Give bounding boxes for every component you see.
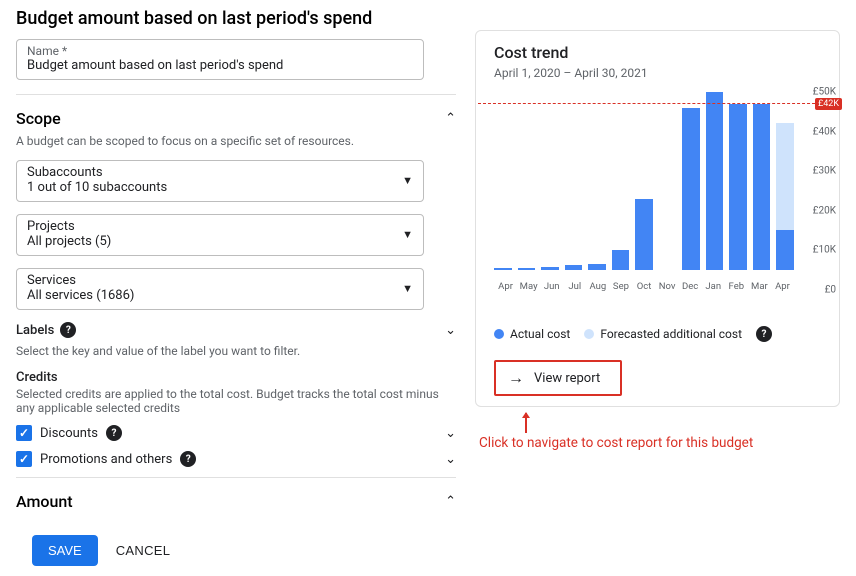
bar-jan bbox=[706, 92, 724, 270]
y-tick: £20K bbox=[813, 205, 836, 216]
credits-heading: Credits bbox=[16, 370, 455, 385]
help-icon[interactable]: ? bbox=[756, 326, 772, 342]
y-tick: £40K bbox=[813, 126, 836, 137]
bar-oct bbox=[635, 199, 653, 270]
help-icon[interactable]: ? bbox=[60, 322, 76, 338]
amount-header[interactable]: Amount ⌃ bbox=[16, 492, 456, 511]
legend-actual: Actual cost bbox=[510, 327, 570, 341]
promotions-label: Promotions and others bbox=[40, 452, 172, 467]
x-tick: Nov bbox=[656, 281, 679, 292]
x-tick: Apr bbox=[494, 281, 517, 292]
bar-nov bbox=[659, 268, 677, 270]
discounts-checkbox[interactable] bbox=[16, 425, 32, 441]
x-tick: Feb bbox=[725, 281, 748, 292]
x-tick: Jul bbox=[563, 281, 586, 292]
name-label: Name * bbox=[27, 44, 413, 58]
x-tick: Apr bbox=[771, 281, 794, 292]
x-tick: Jan bbox=[702, 281, 725, 292]
projects-select[interactable]: Projects All projects (5) ▼ bbox=[16, 214, 424, 256]
caret-down-icon: ▼ bbox=[402, 282, 413, 295]
legend-forecast: Forecasted additional cost bbox=[600, 327, 742, 341]
services-select[interactable]: Services All services (1686) ▼ bbox=[16, 268, 424, 310]
legend-dot-actual bbox=[494, 329, 504, 339]
services-value: All services (1686) bbox=[27, 288, 134, 303]
cancel-button[interactable]: CANCEL bbox=[116, 543, 171, 558]
y-tick: £50K bbox=[813, 87, 836, 98]
bar-jun bbox=[541, 267, 559, 270]
projects-label: Projects bbox=[27, 219, 111, 234]
labels-desc: Select the key and value of the label yo… bbox=[16, 344, 455, 358]
y-tick: £0 bbox=[825, 285, 836, 296]
bar-may bbox=[518, 268, 536, 270]
bar-aug bbox=[588, 264, 606, 270]
cost-trend-card: Cost trend April 1, 2020 – April 30, 202… bbox=[475, 30, 840, 407]
scope-heading: Scope bbox=[16, 109, 61, 128]
page-title: Budget amount based on last period's spe… bbox=[16, 8, 455, 29]
y-tick: £30K bbox=[813, 166, 836, 177]
save-button[interactable]: SAVE bbox=[32, 535, 98, 566]
annotation-text: Click to navigate to cost report for thi… bbox=[479, 435, 842, 451]
x-tick: Sep bbox=[609, 281, 632, 292]
caret-down-icon: ▼ bbox=[402, 174, 413, 187]
divider bbox=[16, 477, 456, 478]
amount-heading: Amount bbox=[16, 492, 73, 511]
name-field[interactable]: Name * Budget amount based on last perio… bbox=[16, 39, 424, 80]
subaccounts-label: Subaccounts bbox=[27, 165, 167, 180]
projects-value: All projects (5) bbox=[27, 234, 111, 249]
x-tick: Mar bbox=[748, 281, 771, 292]
chart-legend: Actual cost Forecasted additional cost ? bbox=[494, 322, 839, 350]
scope-desc: A budget can be scoped to focus on a spe… bbox=[16, 134, 455, 148]
bar-dec bbox=[682, 108, 700, 270]
bar-sep bbox=[612, 250, 630, 270]
discounts-label: Discounts bbox=[40, 426, 98, 441]
x-tick: Jun bbox=[540, 281, 563, 292]
labels-header[interactable]: Labels ? ⌄ bbox=[16, 322, 456, 338]
caret-down-icon: ▼ bbox=[402, 228, 413, 241]
divider bbox=[16, 94, 456, 95]
cost-trend-chart: £42K AprMayJunJulAugSepOctNovDecJanFebMa… bbox=[494, 92, 834, 312]
arrow-right-icon: → bbox=[508, 370, 524, 386]
bar-mar bbox=[753, 104, 771, 270]
help-icon[interactable]: ? bbox=[106, 425, 122, 441]
labels-heading: Labels bbox=[16, 323, 54, 338]
x-tick: Dec bbox=[679, 281, 702, 292]
credits-desc: Selected credits are applied to the tota… bbox=[16, 387, 444, 415]
x-tick: May bbox=[517, 281, 540, 292]
annotation-arrow-icon bbox=[525, 413, 527, 433]
services-label: Services bbox=[27, 273, 134, 288]
subaccounts-value: 1 out of 10 subaccounts bbox=[27, 180, 167, 195]
bar-feb bbox=[729, 104, 747, 270]
bar-apr bbox=[494, 268, 512, 270]
promotions-checkbox[interactable] bbox=[16, 451, 32, 467]
cost-trend-heading: Cost trend bbox=[494, 43, 839, 62]
scope-header[interactable]: Scope ⌃ bbox=[16, 109, 456, 128]
bar-jul bbox=[565, 265, 583, 270]
view-report-button[interactable]: → View report bbox=[494, 360, 622, 396]
x-tick: Oct bbox=[632, 281, 655, 292]
help-icon[interactable]: ? bbox=[180, 451, 196, 467]
view-report-label: View report bbox=[534, 371, 600, 386]
x-tick: Aug bbox=[586, 281, 609, 292]
legend-dot-forecast bbox=[584, 329, 594, 339]
y-tick: £10K bbox=[813, 245, 836, 256]
name-value: Budget amount based on last period's spe… bbox=[27, 58, 283, 73]
bar-apr bbox=[776, 123, 794, 270]
subaccounts-select[interactable]: Subaccounts 1 out of 10 subaccounts ▼ bbox=[16, 160, 424, 202]
